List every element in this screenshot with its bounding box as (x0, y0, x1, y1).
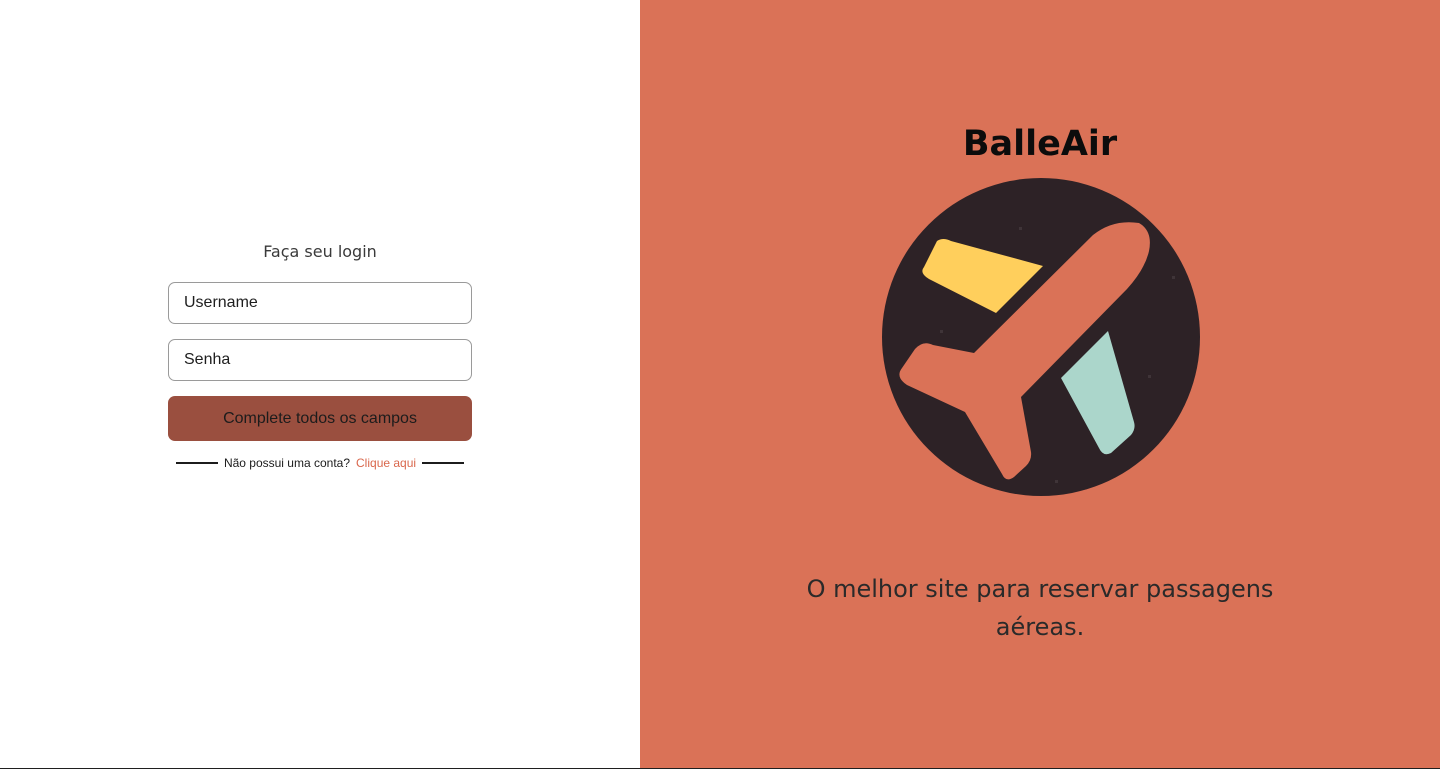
signup-row: Não possui uma conta? Clique aqui (168, 455, 472, 471)
username-input[interactable] (168, 282, 472, 324)
divider-right (422, 462, 465, 464)
hero-panel: BalleAir O melhor site para reservar pas… (640, 0, 1440, 768)
password-input[interactable] (168, 339, 472, 381)
airplane-icon (882, 178, 1200, 496)
signup-prompt: Não possui uma conta? (223, 456, 351, 470)
login-page: Faça seu login Complete todos os campos … (0, 0, 1440, 769)
login-panel: Faça seu login Complete todos os campos … (0, 0, 640, 768)
tagline: O melhor site para reservar passagens aé… (806, 575, 1274, 641)
signup-link[interactable]: Clique aqui (356, 456, 416, 470)
login-submit-button[interactable]: Complete todos os campos (168, 396, 472, 441)
login-title: Faça seu login (263, 242, 377, 261)
divider-left (175, 462, 218, 464)
brand-title: BalleAir (962, 124, 1118, 164)
